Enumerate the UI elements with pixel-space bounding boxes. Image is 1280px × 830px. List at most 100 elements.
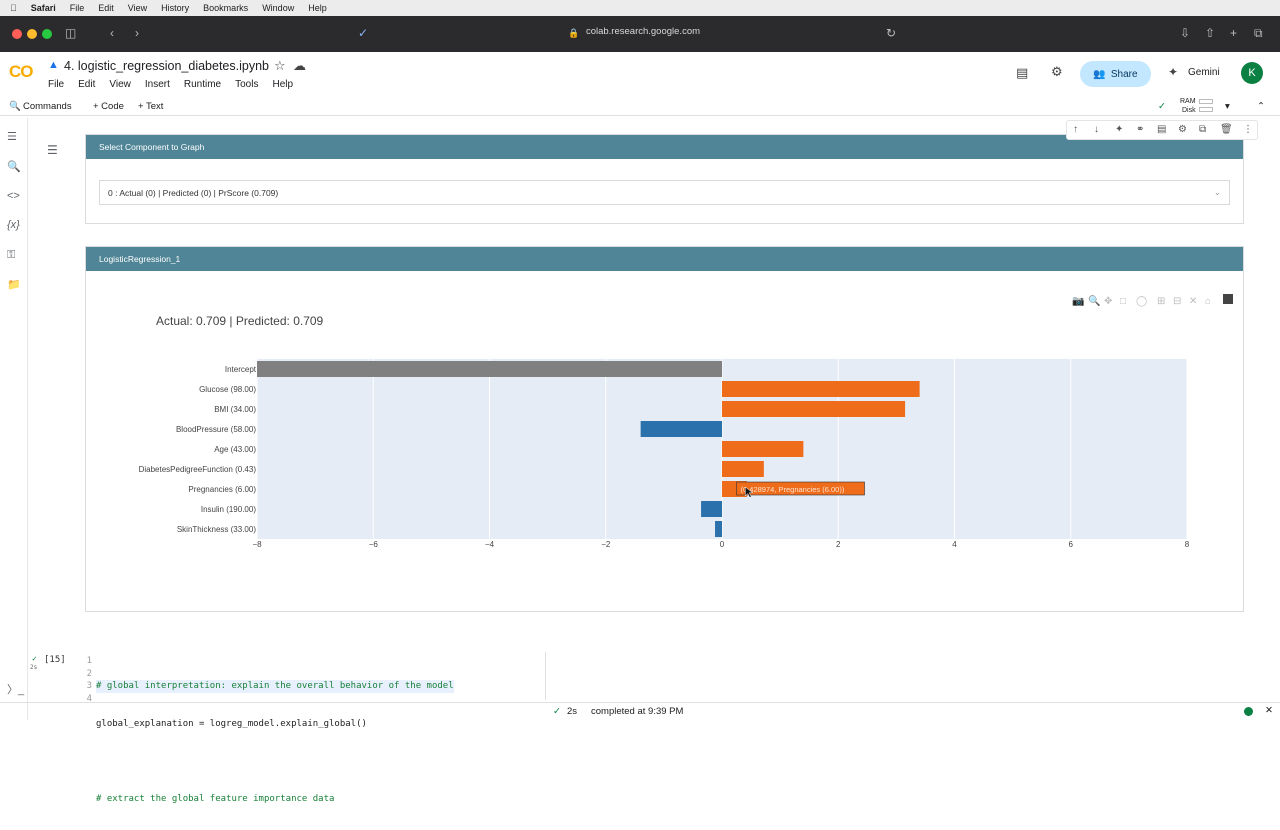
- bar[interactable]: [257, 361, 722, 377]
- zoom-window-button[interactable]: [42, 29, 52, 39]
- menu-file[interactable]: File: [70, 3, 85, 13]
- comment-icon[interactable]: ▤: [1016, 65, 1028, 81]
- colab-logo[interactable]: CO: [9, 62, 33, 82]
- ram-meter[interactable]: [1199, 99, 1213, 104]
- autoscale-icon[interactable]: ✕: [1189, 296, 1197, 307]
- forward-icon[interactable]: ›: [135, 25, 139, 41]
- zoom-icon[interactable]: 🔍: [1088, 294, 1100, 307]
- gemini-icon[interactable]: ✦: [1168, 65, 1178, 79]
- address-bar[interactable]: colab.research.google.com: [578, 26, 708, 37]
- exec-count[interactable]: [15]: [44, 655, 66, 665]
- back-icon[interactable]: ‹: [110, 25, 114, 41]
- x-tick-label: 6: [1069, 540, 1074, 549]
- settings-icon[interactable]: ⚙: [1051, 64, 1063, 80]
- close-window-button[interactable]: [12, 29, 22, 39]
- notebook-title[interactable]: 4. logistic_regression_diabetes.ipynb: [64, 59, 269, 73]
- gemini-sparkle-icon[interactable]: ✦: [1115, 124, 1123, 135]
- cloud-icon[interactable]: ☁: [293, 58, 306, 74]
- secrets-key-icon[interactable]: ⚿: [7, 249, 15, 262]
- commands-button[interactable]: Commands: [23, 101, 72, 112]
- x-tick-label: −2: [601, 540, 611, 549]
- colab-menu-file[interactable]: File: [48, 79, 64, 90]
- box-select-icon[interactable]: □: [1120, 296, 1126, 307]
- code-snippets-icon[interactable]: <>: [7, 190, 20, 202]
- colab-menu-runtime[interactable]: Runtime: [184, 79, 221, 90]
- move-up-icon[interactable]: ↑: [1073, 124, 1078, 135]
- delete-icon[interactable]: 🗑: [1220, 124, 1233, 135]
- status-message: completed at 9:39 PM: [591, 706, 684, 717]
- star-icon[interactable]: ☆: [274, 58, 286, 74]
- contribution-chart[interactable]: 📷 🔍 ✥ □ ◯ ⊞ ⊟ ✕ ⌂ Actual: 0.709 | Predic…: [86, 271, 1243, 611]
- add-text-button[interactable]: + Text: [138, 101, 163, 112]
- plotly-logo-icon[interactable]: [1223, 294, 1233, 304]
- find-icon[interactable]: 🔍: [7, 160, 21, 173]
- cell-output-options-icon[interactable]: ☰: [47, 143, 58, 157]
- y-tick-label: Glucose (98.00): [199, 385, 256, 394]
- minimize-window-button[interactable]: [27, 29, 37, 39]
- more-icon[interactable]: ⋮: [1243, 124, 1253, 135]
- colab-menu-insert[interactable]: Insert: [145, 79, 170, 90]
- mac-menubar:  Safari File Edit View History Bookmark…: [0, 0, 1280, 16]
- menu-bookmarks[interactable]: Bookmarks: [203, 3, 248, 13]
- lasso-icon[interactable]: ◯: [1136, 296, 1147, 307]
- bar[interactable]: [722, 461, 764, 477]
- close-status-icon[interactable]: ✕: [1265, 705, 1273, 716]
- add-code-button[interactable]: + Code: [93, 101, 124, 112]
- pan-icon[interactable]: ✥: [1104, 296, 1112, 307]
- disk-meter[interactable]: [1199, 107, 1213, 112]
- ram-label: RAM: [1180, 98, 1196, 105]
- bar[interactable]: [701, 501, 722, 517]
- terminal-icon[interactable]: 〉_: [7, 681, 24, 697]
- colab-menu-view[interactable]: View: [109, 79, 131, 90]
- mirror-cell-icon[interactable]: ⧉: [1199, 124, 1206, 135]
- bar[interactable]: [722, 441, 804, 457]
- menu-help[interactable]: Help: [308, 3, 327, 13]
- menu-app[interactable]: Safari: [31, 3, 56, 13]
- extension-icon[interactable]: ✓: [358, 25, 368, 41]
- code-line: # global interpretation: explain the ove…: [96, 680, 454, 693]
- move-down-icon[interactable]: ↓: [1094, 124, 1099, 135]
- apple-icon[interactable]: : [10, 3, 17, 13]
- files-folder-icon[interactable]: 📁: [7, 278, 21, 291]
- reload-icon[interactable]: ↻: [886, 25, 896, 41]
- avatar[interactable]: K: [1241, 62, 1263, 84]
- new-tab-icon[interactable]: +: [1230, 25, 1237, 41]
- cell-settings-icon[interactable]: ⚙: [1178, 124, 1187, 135]
- link-icon[interactable]: ⚭: [1136, 124, 1144, 135]
- zoom-out-icon[interactable]: ⊟: [1173, 296, 1181, 307]
- bar[interactable]: [715, 521, 722, 537]
- menu-edit[interactable]: Edit: [98, 3, 114, 13]
- menu-window[interactable]: Window: [262, 3, 294, 13]
- code-line: # extract the global feature importance …: [96, 793, 335, 804]
- code-editor[interactable]: 1 2 3 4 # global interpretation: explain…: [78, 652, 546, 804]
- y-tick-label: Pregnancies (6.00): [188, 485, 256, 494]
- colab-menu-tools[interactable]: Tools: [235, 79, 258, 90]
- x-tick-label: 8: [1185, 540, 1190, 549]
- camera-icon[interactable]: 📷: [1072, 296, 1084, 307]
- tab-overview-icon[interactable]: ⧉: [1254, 25, 1263, 41]
- comment-cell-icon[interactable]: ▤: [1157, 124, 1166, 135]
- line-number: 1: [86, 656, 92, 666]
- toc-icon[interactable]: ☰: [7, 130, 17, 143]
- gemini-button[interactable]: Gemini: [1188, 67, 1220, 78]
- bar[interactable]: [640, 421, 722, 437]
- component-select[interactable]: 0 : Actual (0) | Predicted (0) | PrScore…: [99, 180, 1230, 205]
- code-cell[interactable]: ✓ 2s [15] 1 2 3 4 # global interpretatio…: [28, 648, 1280, 804]
- runtime-dropdown-icon[interactable]: ▾: [1225, 101, 1230, 112]
- variables-icon[interactable]: {x}: [7, 219, 20, 231]
- colab-menu-help[interactable]: Help: [272, 79, 293, 90]
- share-icon[interactable]: ⇧: [1205, 25, 1215, 41]
- zoom-in-icon[interactable]: ⊞: [1157, 296, 1165, 307]
- bar[interactable]: [722, 381, 920, 397]
- sidebar-toggle-icon[interactable]: ◫: [65, 25, 76, 41]
- menu-view[interactable]: View: [128, 3, 147, 13]
- bar[interactable]: [722, 401, 906, 417]
- home-icon[interactable]: ⌂: [1205, 296, 1211, 307]
- downloads-icon[interactable]: ⇩: [1180, 25, 1190, 41]
- x-tick-label: 0: [720, 540, 725, 549]
- collapse-header-icon[interactable]: ⌃: [1257, 101, 1265, 112]
- share-button[interactable]: 👥 Share: [1080, 61, 1151, 87]
- colab-menu-edit[interactable]: Edit: [78, 79, 95, 90]
- menu-history[interactable]: History: [161, 3, 189, 13]
